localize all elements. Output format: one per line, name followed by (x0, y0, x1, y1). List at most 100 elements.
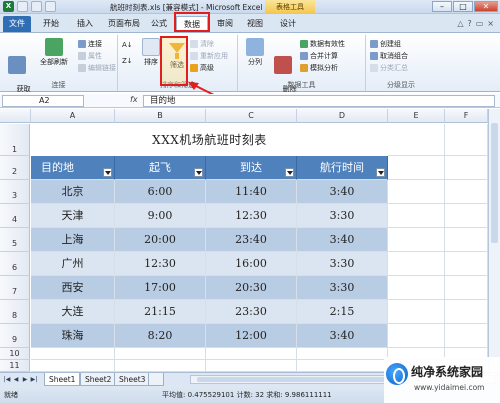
column-header-d[interactable]: D (297, 109, 388, 123)
table-cell-a7[interactable]: 西安 (31, 276, 115, 300)
cell-f3[interactable] (445, 180, 488, 204)
cell-d11[interactable] (297, 360, 388, 372)
table-cell-b3[interactable]: 6:00 (115, 180, 206, 204)
cell-d10[interactable] (297, 348, 388, 360)
table-cell-c7[interactable]: 20:30 (206, 276, 297, 300)
undo-icon[interactable] (31, 1, 42, 12)
fx-icon[interactable]: fx (130, 95, 138, 104)
sheet-tab-sheet1[interactable]: Sheet1 (44, 373, 81, 386)
tab-view[interactable]: 视图 (242, 16, 268, 32)
ribbon-minimize-icon[interactable]: △ (457, 19, 463, 28)
row-header-11[interactable]: 11 (0, 360, 30, 372)
row-header-3[interactable]: 3 (0, 180, 30, 204)
table-cell-b5[interactable]: 20:00 (115, 228, 206, 252)
cell-f2[interactable] (445, 156, 488, 180)
cell-e1[interactable] (388, 124, 445, 156)
table-cell-a5[interactable]: 上海 (31, 228, 115, 252)
header-destination[interactable]: 目的地 (31, 156, 115, 180)
cell-f9[interactable] (445, 324, 488, 348)
name-box[interactable]: A2 (2, 95, 84, 107)
table-cell-b6[interactable]: 12:30 (115, 252, 206, 276)
cell-e7[interactable] (388, 276, 445, 300)
cell-f5[interactable] (445, 228, 488, 252)
column-header-e[interactable]: E (388, 109, 445, 123)
table-cell-d4[interactable]: 3:30 (297, 204, 388, 228)
header-arrival[interactable]: 到达 (206, 156, 297, 180)
row-header-9[interactable]: 9 (0, 324, 30, 348)
what-if-analysis-button[interactable]: 模拟分析 (300, 63, 338, 73)
filter-dropdown-icon[interactable] (194, 168, 203, 177)
row-header-6[interactable]: 6 (0, 252, 30, 276)
text-to-columns-button[interactable]: 分列 (240, 38, 270, 67)
last-sheet-icon[interactable]: ▶| (30, 375, 38, 384)
close-button[interactable]: ✕ (474, 1, 498, 12)
table-cell-c3[interactable]: 11:40 (206, 180, 297, 204)
subtotal-button[interactable]: 分类汇总 (370, 63, 408, 73)
redo-icon[interactable] (45, 1, 56, 12)
consolidate-button[interactable]: 合并计算 (300, 51, 338, 61)
vertical-scroll-thumb[interactable] (491, 123, 498, 243)
cell-c11[interactable] (206, 360, 297, 372)
table-cell-a6[interactable]: 广州 (31, 252, 115, 276)
column-header-a[interactable]: A (31, 109, 115, 123)
table-cell-a8[interactable]: 大连 (31, 300, 115, 324)
reapply-button[interactable]: 重新应用 (190, 51, 228, 61)
clear-filter-button[interactable]: 清除 (190, 39, 214, 49)
row-header-10[interactable]: 10 (0, 348, 30, 360)
cell-f7[interactable] (445, 276, 488, 300)
ungroup-button[interactable]: 取消组合 (370, 51, 408, 61)
cell-e2[interactable] (388, 156, 445, 180)
advanced-filter-button[interactable]: 高级 (190, 63, 214, 73)
table-cell-a9[interactable]: 珠海 (31, 324, 115, 348)
edit-links-button[interactable]: 编辑链接 (78, 63, 116, 73)
cell-f8[interactable] (445, 300, 488, 324)
cell-f6[interactable] (445, 252, 488, 276)
column-header-b[interactable]: B (115, 109, 206, 123)
tab-page-layout[interactable]: 页面布局 (104, 16, 144, 32)
first-sheet-icon[interactable]: |◀ (3, 375, 11, 384)
help-icon[interactable]: ? (467, 19, 471, 28)
cell-e8[interactable] (388, 300, 445, 324)
table-cell-d6[interactable]: 3:30 (297, 252, 388, 276)
row-header-7[interactable]: 7 (0, 276, 30, 300)
column-header-f[interactable]: F (445, 109, 488, 123)
data-validation-button[interactable]: 数据有效性 (300, 39, 345, 49)
restore-icon[interactable]: ▭ (476, 19, 484, 28)
cell-a11[interactable] (31, 360, 115, 372)
sheet-tab-sheet2[interactable]: Sheet2 (80, 373, 117, 386)
cell-e3[interactable] (388, 180, 445, 204)
connections-button[interactable]: 连接 (78, 39, 102, 49)
table-cell-b8[interactable]: 21:15 (115, 300, 206, 324)
row-header-2[interactable]: 2 (0, 156, 30, 180)
close-workbook-icon[interactable]: × (487, 19, 494, 28)
cell-a10[interactable] (31, 348, 115, 360)
tab-formulas[interactable]: 公式 (146, 16, 172, 32)
next-sheet-icon[interactable]: ▶ (21, 375, 29, 384)
group-button[interactable]: 创建组 (370, 39, 401, 49)
table-cell-d9[interactable]: 3:40 (297, 324, 388, 348)
filter-dropdown-icon[interactable] (285, 168, 294, 177)
tab-design[interactable]: 设计 (274, 16, 302, 32)
formula-input[interactable]: 目的地 (143, 95, 495, 107)
row-header-5[interactable]: 5 (0, 228, 30, 252)
sort-desc-button[interactable]: Z↓ (122, 57, 133, 65)
table-cell-a4[interactable]: 天津 (31, 204, 115, 228)
table-cell-d8[interactable]: 2:15 (297, 300, 388, 324)
save-icon[interactable] (17, 1, 28, 12)
tab-insert[interactable]: 插入 (72, 16, 98, 32)
table-cell-c8[interactable]: 23:30 (206, 300, 297, 324)
table-cell-b7[interactable]: 17:00 (115, 276, 206, 300)
filter-dropdown-icon[interactable] (376, 168, 385, 177)
row-header-4[interactable]: 4 (0, 204, 30, 228)
minimize-button[interactable]: – (432, 1, 452, 12)
header-duration[interactable]: 航行时间 (297, 156, 388, 180)
tab-home[interactable]: 开始 (38, 16, 64, 32)
cell-e4[interactable] (388, 204, 445, 228)
prev-sheet-icon[interactable]: ◀ (12, 375, 20, 384)
table-cell-c4[interactable]: 12:30 (206, 204, 297, 228)
maximize-button[interactable]: □ (453, 1, 473, 12)
tab-review[interactable]: 审阅 (212, 16, 238, 32)
properties-button[interactable]: 属性 (78, 51, 102, 61)
header-departure[interactable]: 起飞 (115, 156, 206, 180)
row-header-1[interactable]: 1 (0, 124, 30, 156)
